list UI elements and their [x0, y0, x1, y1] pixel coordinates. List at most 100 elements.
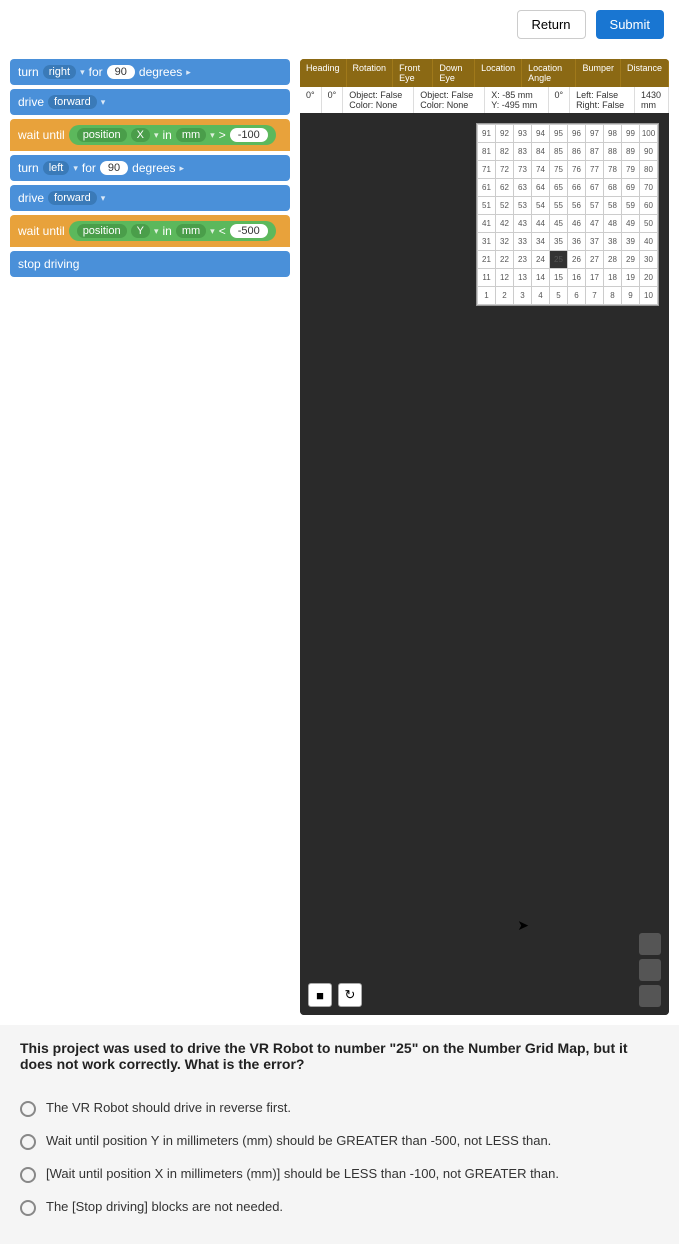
grid-cell: 41 — [478, 215, 496, 233]
answer-text: The VR Robot should drive in reverse fir… — [46, 1100, 291, 1115]
grid-cell: 7 — [586, 287, 604, 305]
grid-cell: 32 — [496, 233, 514, 251]
return-button[interactable]: Return — [517, 10, 586, 39]
answer-text: [Wait until position X in millimeters (m… — [46, 1166, 559, 1181]
camera-icon-3[interactable] — [639, 985, 661, 1007]
grid-cell: 90 — [640, 143, 658, 161]
camera-icon-2[interactable] — [639, 959, 661, 981]
grid-cell: 30 — [640, 251, 658, 269]
grid-cell: 12 — [496, 269, 514, 287]
grid-cell: 13 — [514, 269, 532, 287]
grid-cell: 34 — [532, 233, 550, 251]
grid-cell: 4 — [532, 287, 550, 305]
grid-cell: 52 — [496, 197, 514, 215]
answer-text: The [Stop driving] blocks are not needed… — [46, 1199, 283, 1214]
grid-cell: 88 — [604, 143, 622, 161]
grid-cell: 3 — [514, 287, 532, 305]
grid-cell: 11 — [478, 269, 496, 287]
radio-icon[interactable] — [20, 1134, 36, 1150]
radio-icon[interactable] — [20, 1101, 36, 1117]
grid-cell: 67 — [586, 179, 604, 197]
grid-cell: 17 — [586, 269, 604, 287]
grid-cell: 73 — [514, 161, 532, 179]
grid-cell: 36 — [568, 233, 586, 251]
submit-button[interactable]: Submit — [596, 10, 664, 39]
grid-cell: 68 — [604, 179, 622, 197]
question-text: This project was used to drive the VR Ro… — [0, 1025, 679, 1087]
grid-cell: 77 — [586, 161, 604, 179]
grid-cell: 21 — [478, 251, 496, 269]
grid-cell: 16 — [568, 269, 586, 287]
grid-cell: 65 — [550, 179, 568, 197]
answer-option[interactable]: Wait until position Y in millimeters (mm… — [20, 1125, 659, 1158]
grid-cell: 1 — [478, 287, 496, 305]
grid-cell: 50 — [640, 215, 658, 233]
grid-cell: 33 — [514, 233, 532, 251]
grid-cell: 56 — [568, 197, 586, 215]
grid-cell: 49 — [622, 215, 640, 233]
grid-cell: 39 — [622, 233, 640, 251]
grid-cell: 82 — [496, 143, 514, 161]
grid-cell: 53 — [514, 197, 532, 215]
grid-cell: 92 — [496, 125, 514, 143]
grid-cell: 99 — [622, 125, 640, 143]
grid-cell: 54 — [532, 197, 550, 215]
grid-cell: 60 — [640, 197, 658, 215]
sim-viewport: 9192939495969798991008182838485868788899… — [300, 113, 669, 1015]
grid-cell: 89 — [622, 143, 640, 161]
sim-sensor-tabs: HeadingRotationFront EyeDown EyeLocation… — [300, 59, 669, 87]
grid-cell: 58 — [604, 197, 622, 215]
grid-cell: 93 — [514, 125, 532, 143]
sim-tab[interactable]: Down Eye — [433, 59, 475, 87]
sim-tab[interactable]: Distance — [621, 59, 669, 87]
grid-cell: 84 — [532, 143, 550, 161]
answer-option[interactable]: The [Stop driving] blocks are not needed… — [20, 1191, 659, 1224]
grid-cell: 69 — [622, 179, 640, 197]
number-grid-map: 9192939495969798991008182838485868788899… — [476, 123, 659, 306]
grid-cell: 55 — [550, 197, 568, 215]
grid-cell: 87 — [586, 143, 604, 161]
code-blocks: turn right▾ for 90 degrees▸ drive forwar… — [10, 59, 290, 1015]
wait-until-block-2: wait until position Y▾ in mm▾ < -500 — [10, 215, 290, 247]
stop-sim-button[interactable]: ■ — [308, 983, 332, 1007]
simulator-panel: HeadingRotationFront EyeDown EyeLocation… — [300, 59, 669, 1015]
grid-cell: 76 — [568, 161, 586, 179]
stop-driving-block: stop driving — [10, 251, 290, 277]
grid-cell: 95 — [550, 125, 568, 143]
answer-option[interactable]: [Wait until position X in millimeters (m… — [20, 1158, 659, 1191]
grid-cell: 9 — [622, 287, 640, 305]
grid-cell: 47 — [586, 215, 604, 233]
grid-cell: 40 — [640, 233, 658, 251]
grid-cell: 46 — [568, 215, 586, 233]
grid-cell: 27 — [586, 251, 604, 269]
grid-cell: 26 — [568, 251, 586, 269]
grid-cell: 59 — [622, 197, 640, 215]
grid-cell: 35 — [550, 233, 568, 251]
grid-cell: 10 — [640, 287, 658, 305]
radio-icon[interactable] — [20, 1167, 36, 1183]
sim-tab[interactable]: Bumper — [576, 59, 621, 87]
grid-cell: 20 — [640, 269, 658, 287]
radio-icon[interactable] — [20, 1200, 36, 1216]
grid-cell: 5 — [550, 287, 568, 305]
grid-cell: 44 — [532, 215, 550, 233]
grid-cell: 97 — [586, 125, 604, 143]
grid-cell: 75 — [550, 161, 568, 179]
grid-cell: 48 — [604, 215, 622, 233]
grid-cell: 72 — [496, 161, 514, 179]
camera-icon-1[interactable] — [639, 933, 661, 955]
grid-cell: 64 — [532, 179, 550, 197]
grid-cell: 79 — [622, 161, 640, 179]
sim-tab[interactable]: Location — [475, 59, 522, 87]
sim-tab[interactable]: Heading — [300, 59, 347, 87]
answer-option[interactable]: The VR Robot should drive in reverse fir… — [20, 1092, 659, 1125]
sim-tab[interactable]: Location Angle — [522, 59, 576, 87]
grid-cell: 18 — [604, 269, 622, 287]
reset-sim-button[interactable]: ↻ — [338, 983, 362, 1007]
sim-tab[interactable]: Front Eye — [393, 59, 433, 87]
grid-cell: 78 — [604, 161, 622, 179]
grid-cell: 43 — [514, 215, 532, 233]
drive-forward-block-2: drive forward▾ — [10, 185, 290, 211]
grid-cell: 23 — [514, 251, 532, 269]
sim-tab[interactable]: Rotation — [347, 59, 394, 87]
